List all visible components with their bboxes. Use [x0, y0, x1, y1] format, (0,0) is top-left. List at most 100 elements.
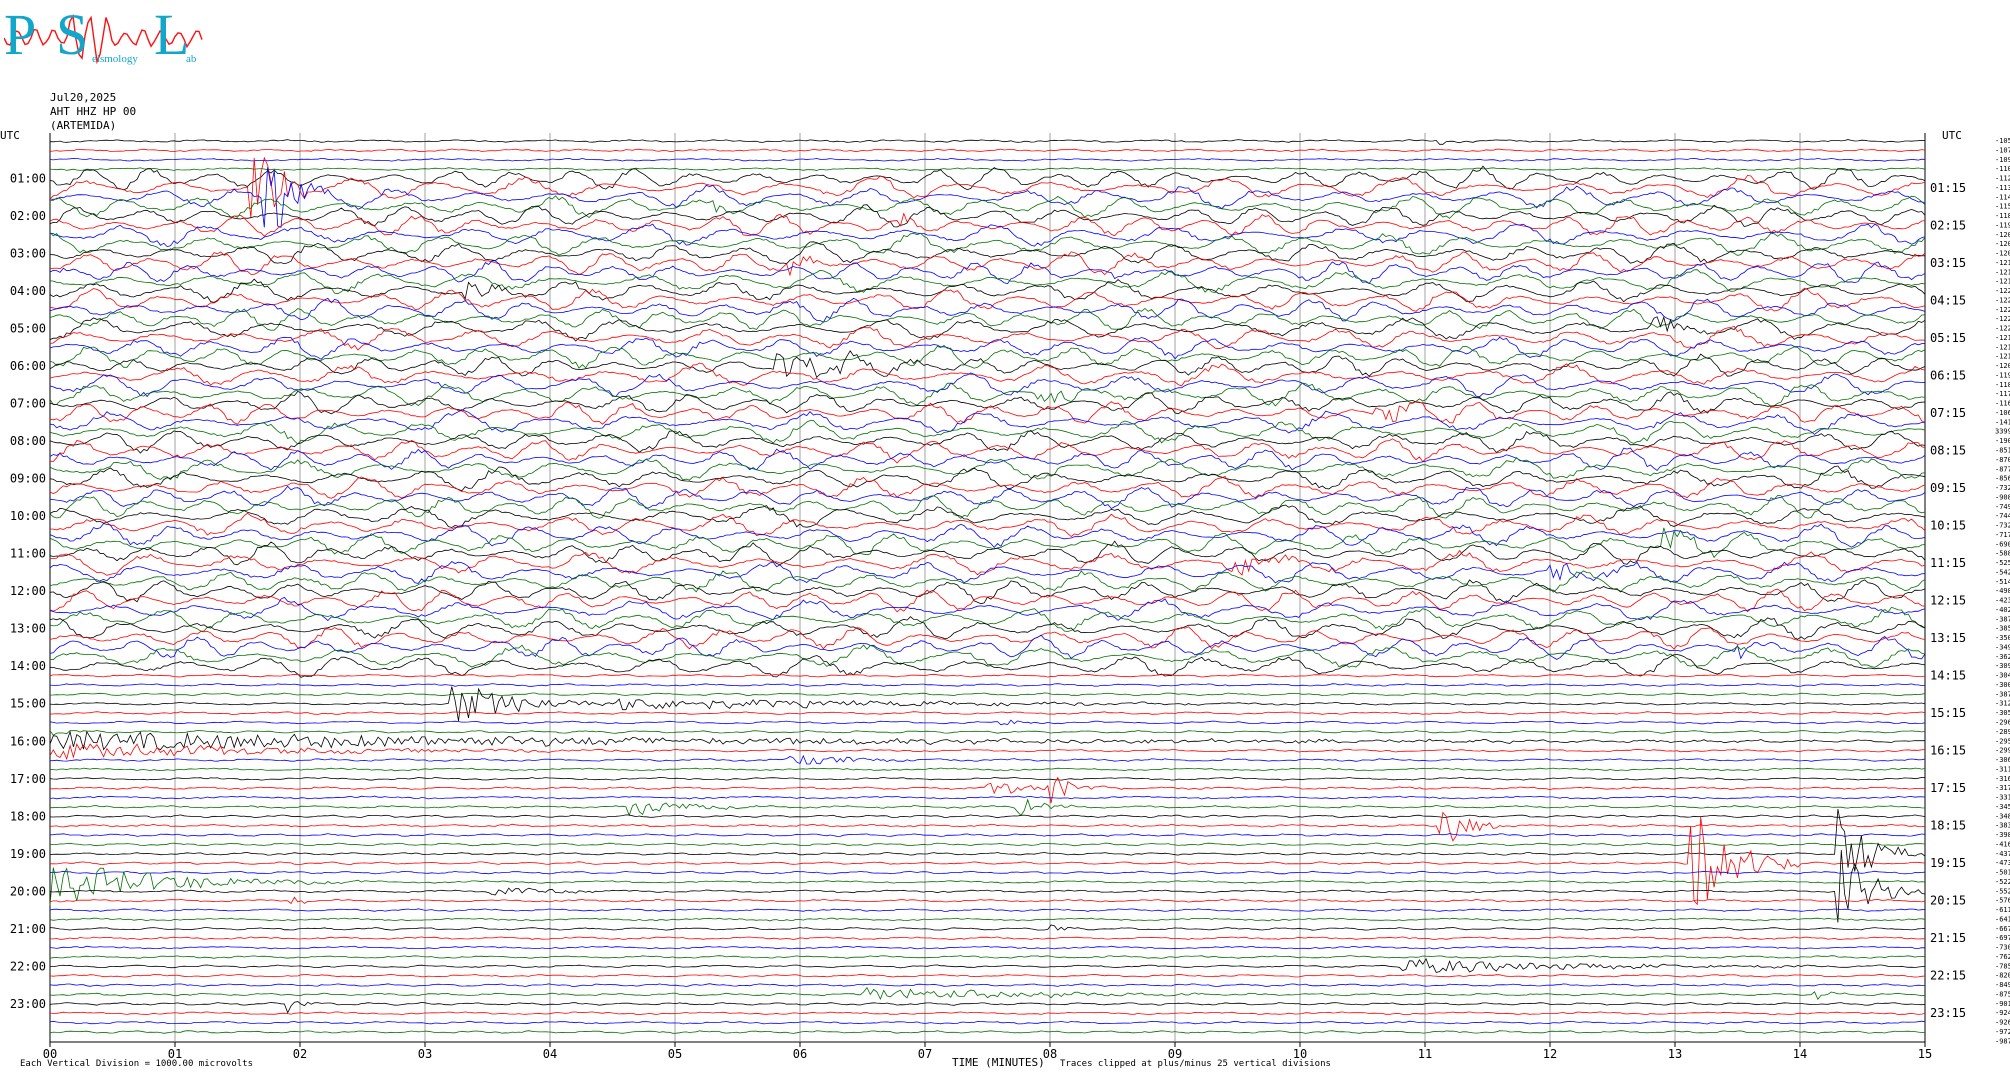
line-offset-label: -987 — [1995, 1037, 2010, 1045]
seismic-trace-line — [49, 683, 1926, 687]
hour-label-left: 12:00 — [10, 584, 46, 598]
hour-label-right: 17:15 — [1930, 781, 1966, 795]
hour-label-left: 02:00 — [10, 209, 46, 223]
line-offset-label: -1904 — [1995, 437, 2010, 445]
line-offset-label: -316 — [1995, 775, 2010, 783]
utc-label-right: UTC — [1942, 129, 1962, 142]
seismic-trace-line — [49, 287, 1926, 312]
line-offset-label: -299 — [1995, 747, 2010, 755]
line-offset-label: -1065 — [1995, 409, 2010, 417]
line-offset-label: -501 — [1995, 869, 2010, 877]
line-offset-label: -1180 — [1995, 212, 2010, 220]
line-offset-label: -730 — [1995, 944, 2010, 952]
hour-label-right: 09:15 — [1930, 481, 1966, 495]
trace-layer — [49, 139, 1926, 1034]
hour-label-left: 16:00 — [10, 734, 46, 748]
x-tick-label: 15 — [1918, 1047, 1932, 1061]
seismic-trace-line — [49, 1020, 1926, 1025]
seismic-trace-line — [49, 139, 1926, 145]
line-offset-label: -345 — [1995, 803, 2010, 811]
hour-label-right: 23:15 — [1930, 1006, 1966, 1020]
line-offset-label: -576 — [1995, 897, 2010, 905]
line-offset-label: -349 — [1995, 643, 2010, 651]
x-tick-label: 13 — [1668, 1047, 1682, 1061]
hour-label-right: 20:15 — [1930, 894, 1966, 908]
x-axis-title: TIME (MINUTES) — [952, 1056, 1045, 1069]
hour-label-left: 15:00 — [10, 697, 46, 711]
seismic-trace-line — [49, 957, 1926, 973]
x-tick-label: 04 — [543, 1047, 557, 1061]
seismic-trace-line — [49, 616, 1926, 640]
seismic-trace-line — [49, 795, 1926, 800]
line-offset-label: -851 — [1995, 447, 2010, 455]
line-offset-label: -849 — [1995, 981, 2010, 989]
line-offset-label: -744 — [1995, 512, 2010, 520]
footer-clip-note: Traces clipped at plus/minus 25 vertical… — [1060, 1059, 1331, 1069]
line-offset-label: -309 — [1995, 662, 2010, 670]
line-offset-label: -1185 — [1995, 381, 2010, 389]
x-tick-label: 14 — [1793, 1047, 1807, 1061]
line-offset-label: -1102 — [1995, 165, 2010, 173]
seismic-trace-line — [49, 167, 1926, 228]
line-offset-label: -423 — [1995, 597, 2010, 605]
line-offset-label: -312 — [1995, 700, 2010, 708]
hour-label-left: 13:00 — [10, 622, 46, 636]
line-offset-label: -611 — [1995, 906, 2010, 914]
line-offset-label: -402 — [1995, 606, 2010, 614]
hour-label-right: 14:15 — [1930, 669, 1966, 683]
seismic-trace-line — [49, 776, 1926, 781]
seismic-trace-line — [49, 634, 1926, 660]
line-offset-label: -820 — [1995, 972, 2010, 980]
seismic-trace-line — [49, 767, 1926, 772]
line-offset-label: -870 — [1995, 456, 2010, 464]
hour-label-left: 01:00 — [10, 172, 46, 186]
line-offset-label: -348 — [1995, 812, 2010, 820]
line-offset-label: -1213 — [1995, 343, 2010, 351]
line-offset-label: -1194 — [1995, 371, 2010, 379]
x-tick-label: 07 — [918, 1047, 932, 1061]
line-offset-label: -1171 — [1995, 390, 2010, 398]
utc-label-left: UTC — [0, 129, 20, 142]
seismic-trace-line — [50, 776, 1926, 804]
seismic-trace-line — [49, 673, 1926, 678]
line-offset-label: -1219 — [1995, 334, 2010, 342]
seismic-trace-line — [49, 350, 1926, 379]
seismic-trace-line — [49, 372, 1926, 398]
seismic-trace-line — [49, 504, 1926, 528]
seismic-trace-line — [49, 955, 1926, 959]
line-offset-label: -875 — [1995, 990, 2010, 998]
hour-label-left: 14:00 — [10, 659, 46, 673]
line-offset-label: -362 — [1995, 653, 2010, 661]
seismic-trace-line — [49, 241, 1926, 265]
hour-label-right: 11:15 — [1930, 556, 1966, 570]
seismic-trace-line — [49, 419, 1926, 445]
seismic-trace-line — [49, 465, 1926, 492]
seismic-trace-line — [49, 983, 1926, 987]
hour-label-left: 06:00 — [10, 359, 46, 373]
line-offset-label: -732 — [1995, 484, 2010, 492]
line-offset-label: -387 — [1995, 690, 2010, 698]
seismic-trace-line — [50, 842, 1926, 847]
seismic-trace-line — [49, 908, 1926, 912]
line-offset-label: -416 — [1995, 840, 2010, 848]
seismic-trace-line — [49, 945, 1926, 950]
hour-label-right: 12:15 — [1930, 594, 1966, 608]
seismic-trace-line — [49, 1001, 1926, 1014]
hour-label-right: 18:15 — [1930, 819, 1966, 833]
seismic-trace-line — [49, 336, 1926, 360]
x-tick-label: 08 — [1043, 1047, 1057, 1061]
seismic-trace-line — [49, 596, 1926, 622]
line-offset-label: -1203 — [1995, 362, 2010, 370]
seismic-trace-line — [49, 814, 1926, 819]
line-offset-label: -1205 — [1995, 240, 2010, 248]
line-offset-label: -295 — [1995, 737, 2010, 745]
line-offset-label: -305 — [1995, 709, 2010, 717]
line-offset-label: -749 — [1995, 503, 2010, 511]
line-offset-label: -311 — [1995, 765, 2010, 773]
line-offset-label: -1217 — [1995, 278, 2010, 286]
hour-label-left: 09:00 — [10, 472, 46, 486]
line-offset-label: -1207 — [1995, 250, 2010, 258]
seismic-trace-line — [49, 1011, 1926, 1016]
line-offset-label: -437 — [1995, 850, 2010, 858]
seismic-trace-line — [49, 476, 1926, 499]
